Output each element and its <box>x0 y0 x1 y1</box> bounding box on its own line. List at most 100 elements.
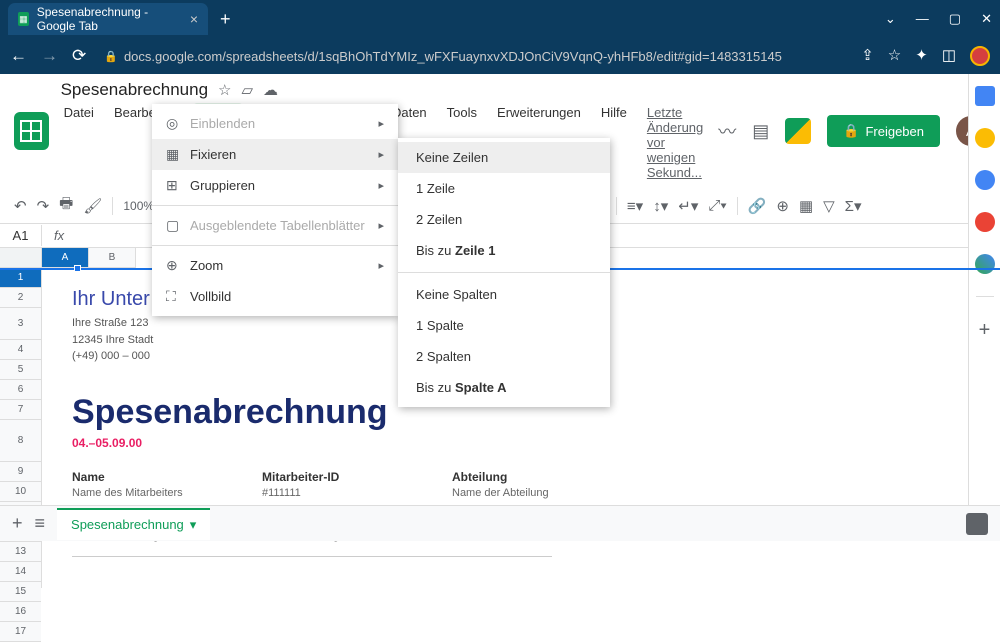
field-label-dept: Abteilung <box>452 470 582 484</box>
new-tab-button[interactable]: + <box>220 9 231 30</box>
field-label-id: Mitarbeiter-ID <box>262 470 392 484</box>
functions-icon[interactable]: Σ▾ <box>845 197 862 215</box>
url-bar[interactable]: 🔒 docs.google.com/spreadsheets/d/1sqBhOh… <box>100 49 847 64</box>
meet-icon[interactable] <box>785 118 811 144</box>
menu-hidden-sheets[interactable]: ▢ Ausgeblendete Tabellenblätter ▸ <box>152 210 398 241</box>
select-all-corner[interactable] <box>0 248 41 268</box>
chart-icon[interactable]: ▦ <box>799 197 813 215</box>
share-button[interactable]: 🔒 Freigeben <box>827 115 940 147</box>
filter-icon[interactable]: ▽ <box>823 197 835 215</box>
rotate-icon[interactable]: ⤢▾ <box>708 197 726 214</box>
extensions-menu-icon[interactable]: ◫ <box>942 46 956 66</box>
zoom-selector[interactable]: 100% <box>123 199 154 213</box>
menu-gruppieren[interactable]: ⊞ Gruppieren ▸ <box>152 170 398 201</box>
menu-einblenden[interactable]: ◎ Einblenden ▸ <box>152 108 398 139</box>
menu-vollbild[interactable]: ⛶ Vollbild <box>152 281 398 312</box>
valign-icon[interactable]: ↕▾ <box>653 197 668 215</box>
row-header[interactable]: 13 <box>0 542 41 562</box>
side-separator <box>976 296 994 297</box>
forward-icon[interactable]: → <box>41 46 58 66</box>
maximize-icon[interactable]: ▢ <box>949 11 961 27</box>
extension-icon[interactable]: ✦ <box>915 46 928 66</box>
star-icon[interactable]: ☆ <box>888 46 901 66</box>
add-addon-icon[interactable]: + <box>979 319 991 342</box>
halign-icon[interactable]: ≡▾ <box>627 197 643 215</box>
menu-datei[interactable]: Datei <box>61 103 97 182</box>
sheet-tab-label: Spesenabrechnung <box>71 517 184 532</box>
sheet-tab-active[interactable]: Spesenabrechnung ▾ <box>57 508 210 540</box>
tasks-icon[interactable] <box>975 170 995 190</box>
side-panel: + <box>968 74 1000 505</box>
col-header-b[interactable]: B <box>89 248 136 268</box>
row-header[interactable]: 4 <box>0 340 41 360</box>
star-doc-icon[interactable]: ☆ <box>218 81 231 99</box>
submenu-2-cols[interactable]: 2 Spalten <box>398 341 610 372</box>
submenu-no-rows[interactable]: Keine Zeilen <box>398 142 610 173</box>
back-icon[interactable]: ← <box>10 46 27 66</box>
chevron-down-icon[interactable]: ⌄ <box>885 11 896 27</box>
row-header[interactable]: 2 <box>0 288 41 308</box>
row-header[interactable]: 16 <box>0 602 41 622</box>
browser-nav-bar: ← → ⟳ 🔒 docs.google.com/spreadsheets/d/1… <box>0 38 1000 74</box>
close-tab-icon[interactable]: × <box>190 11 198 27</box>
maps-icon[interactable] <box>975 254 995 274</box>
row-header[interactable]: 1 <box>0 268 41 288</box>
reload-icon[interactable]: ⟳ <box>72 46 86 66</box>
menu-fixieren[interactable]: ▦ Fixieren ▸ <box>152 139 398 170</box>
submenu-2-rows[interactable]: 2 Zeilen <box>398 204 610 235</box>
doc-title[interactable]: Spesenabrechnung <box>61 80 208 100</box>
browser-profile-avatar[interactable] <box>970 46 990 66</box>
share-page-icon[interactable]: ⇪ <box>861 46 874 66</box>
comments-icon[interactable]: ▤ <box>752 121 769 142</box>
undo-icon[interactable]: ↶ <box>14 197 27 215</box>
row-header[interactable]: 17 <box>0 622 41 642</box>
fullscreen-icon: ⛶ <box>166 288 190 305</box>
contacts-icon[interactable] <box>975 212 995 232</box>
submenu-up-to-col[interactable]: Bis zu Spalte A <box>398 372 610 403</box>
link-icon[interactable]: 🔗 <box>748 197 767 215</box>
fx-icon: fx <box>42 228 76 243</box>
submenu-1-col[interactable]: 1 Spalte <box>398 310 610 341</box>
cloud-status-icon[interactable]: ☁ <box>263 81 278 99</box>
submenu-no-cols[interactable]: Keine Spalten <box>398 279 610 310</box>
row-header[interactable]: 15 <box>0 582 41 602</box>
row-header[interactable]: 14 <box>0 562 41 582</box>
ansicht-dropdown: ◎ Einblenden ▸ ▦ Fixieren ▸ ⊞ Gruppieren… <box>152 104 398 316</box>
sheets-logo[interactable] <box>14 112 49 150</box>
add-sheet-icon[interactable]: + <box>12 513 23 534</box>
comment-icon[interactable]: ⊕ <box>776 197 789 215</box>
minimize-icon[interactable]: — <box>916 11 929 27</box>
tab-title: Spesenabrechnung - Google Tab <box>37 5 172 33</box>
menu-separator <box>152 245 398 246</box>
calendar-icon[interactable] <box>975 86 995 106</box>
menu-separator <box>152 205 398 206</box>
row-header[interactable]: 10 <box>0 482 41 502</box>
submenu-up-to-row[interactable]: Bis zu Zeile 1 <box>398 235 610 266</box>
row-header[interactable]: 7 <box>0 400 41 420</box>
print-icon[interactable]: 🖶 <box>59 193 73 218</box>
all-sheets-icon[interactable]: ≡ <box>35 513 46 534</box>
last-edit-link[interactable]: Letzte Änderung vor wenigen Sekund... <box>644 103 706 182</box>
row-header[interactable]: 5 <box>0 360 41 380</box>
close-window-icon[interactable]: ✕ <box>981 11 992 27</box>
keep-icon[interactable] <box>975 128 995 148</box>
row-header[interactable]: 8 <box>0 420 41 462</box>
row-header[interactable]: 3 <box>0 308 41 340</box>
browser-tab[interactable]: ▦ Spesenabrechnung - Google Tab × <box>8 3 208 35</box>
field-label-name: Name <box>72 470 202 484</box>
activity-icon[interactable]: 〰 <box>718 118 736 144</box>
submenu-1-row[interactable]: 1 Zeile <box>398 173 610 204</box>
move-doc-icon[interactable]: ▱ <box>242 81 254 99</box>
sheet-tab-menu-icon[interactable]: ▾ <box>190 517 197 533</box>
redo-icon[interactable]: ↷ <box>37 197 50 215</box>
row-header[interactable]: 6 <box>0 380 41 400</box>
paint-format-icon[interactable]: 🖌 <box>83 197 102 215</box>
col-header-a[interactable]: A <box>42 248 89 268</box>
wrap-icon[interactable]: ↵▾ <box>678 197 698 215</box>
menu-zoom[interactable]: ⊕ Zoom ▸ <box>152 250 398 281</box>
selection-handle[interactable] <box>74 265 81 272</box>
name-box[interactable]: A1 <box>0 225 42 246</box>
row-header[interactable]: 9 <box>0 462 41 482</box>
submenu-arrow-icon: ▸ <box>378 117 384 130</box>
explore-button[interactable] <box>966 513 988 535</box>
